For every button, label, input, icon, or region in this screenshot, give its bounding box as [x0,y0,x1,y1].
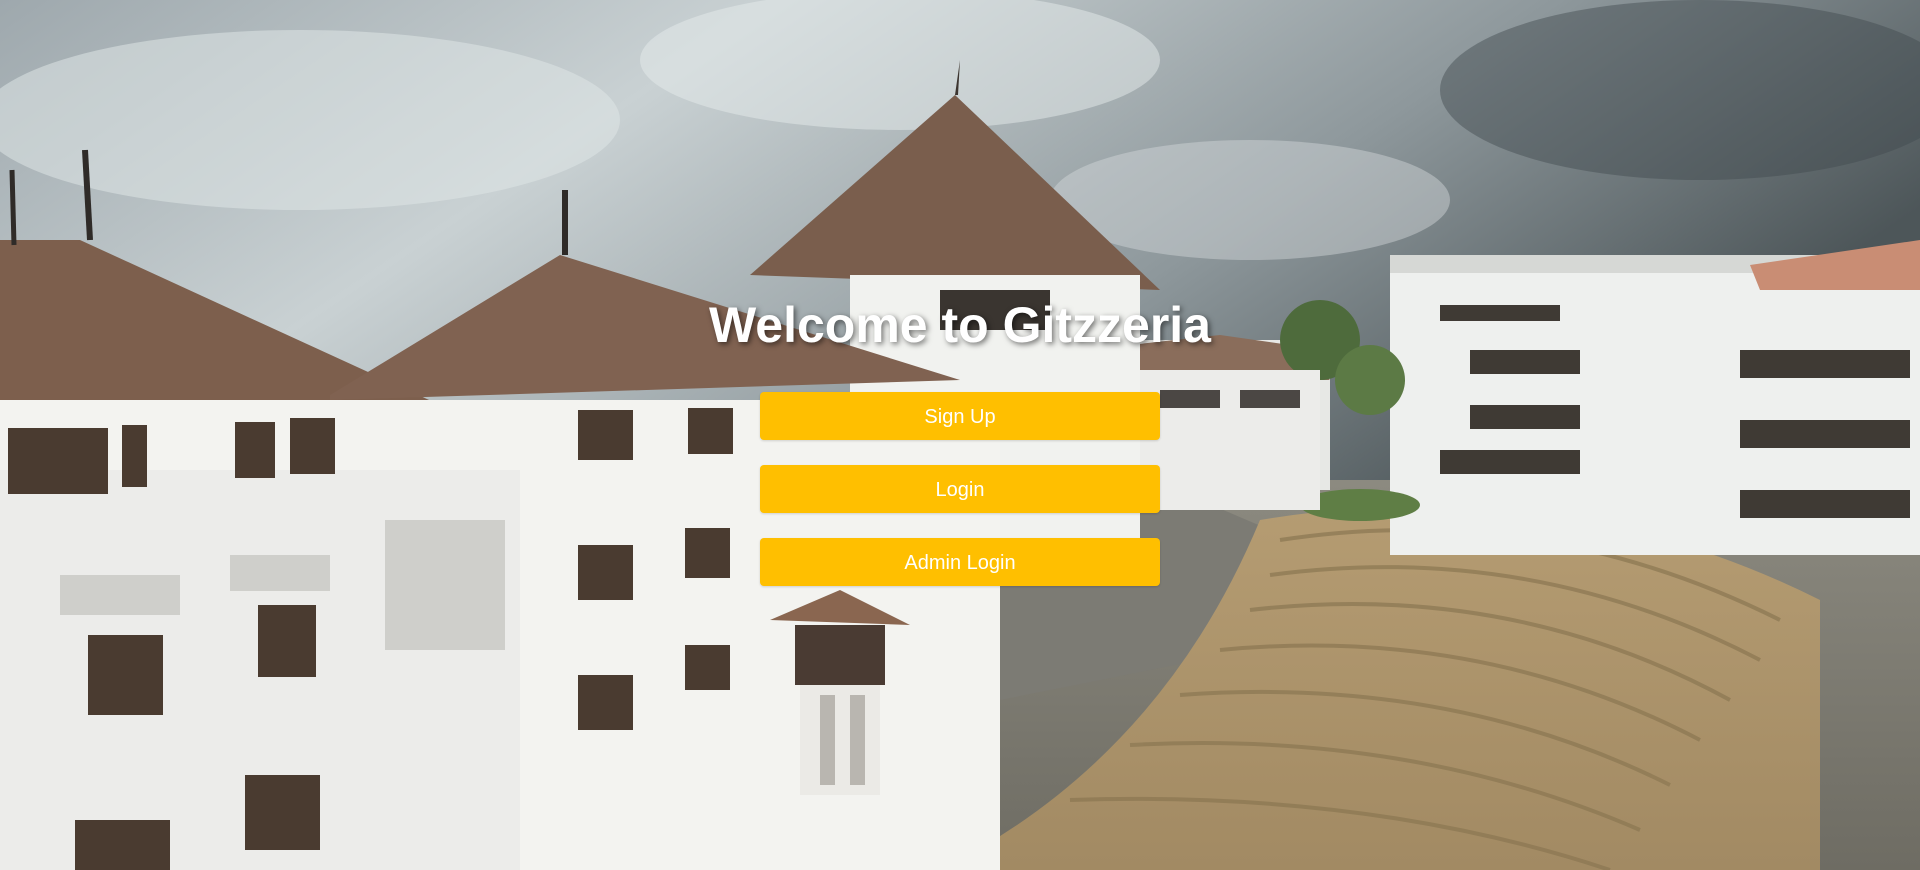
sign-up-button[interactable]: Sign Up [760,392,1160,440]
landing-page: Welcome to Gitzzeria Sign Up Login Admin… [0,0,1920,870]
page-title: Welcome to Gitzzeria [709,297,1211,353]
landing-overlay: Welcome to Gitzzeria Sign Up Login Admin… [0,0,1920,870]
login-button[interactable]: Login [760,465,1160,513]
admin-login-button[interactable]: Admin Login [760,538,1160,586]
